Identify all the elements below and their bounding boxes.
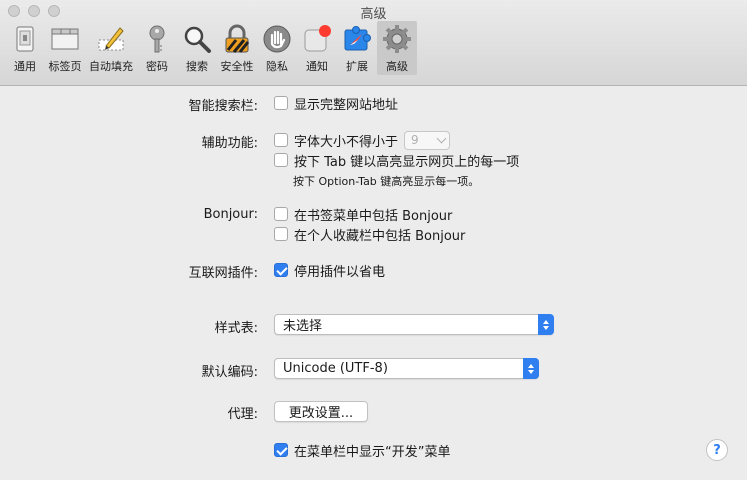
min-font-size-value: 9 xyxy=(411,133,419,147)
help-button[interactable]: ? xyxy=(706,439,728,461)
bonjour-favorites-text: 在个人收藏栏中包括 Bonjour xyxy=(294,228,466,244)
tab-advanced-label: 高级 xyxy=(386,60,408,73)
bonjour-bookmarks-text: 在书签菜单中包括 Bonjour xyxy=(294,208,453,224)
tabs-icon xyxy=(49,23,81,55)
tab-highlight-row[interactable]: 按下 Tab 键以高亮显示网页上的每一项 xyxy=(274,150,519,170)
tab-highlight-text: 按下 Tab 键以高亮显示网页上的每一项 xyxy=(294,154,520,170)
show-full-address-checkbox[interactable] xyxy=(274,96,288,110)
tab-privacy[interactable]: 隐私 xyxy=(257,21,297,75)
tab-passwords-label: 密码 xyxy=(146,60,168,73)
proxy-label: 代理: xyxy=(227,407,258,422)
gear-icon xyxy=(381,23,413,55)
develop-menu-row[interactable]: 在菜单栏中显示“开发”菜单 xyxy=(274,440,450,460)
tab-notifications-label: 通知 xyxy=(306,60,328,73)
tab-security-label: 安全性 xyxy=(220,60,254,73)
autofill-icon xyxy=(95,23,127,55)
tab-general-label: 通用 xyxy=(14,60,36,73)
tab-privacy-label: 隐私 xyxy=(266,60,288,73)
updown-arrows-icon xyxy=(523,358,539,379)
bonjour-bookmarks-checkbox[interactable] xyxy=(274,207,288,221)
bonjour-favorites-row[interactable]: 在个人收藏栏中包括 Bonjour xyxy=(274,224,465,244)
tab-autofill-label: 自动填充 xyxy=(89,60,133,73)
tab-highlight-checkbox[interactable] xyxy=(274,153,288,167)
change-proxy-settings-button[interactable]: 更改设置... xyxy=(274,401,368,422)
min-font-row[interactable]: 字体大小不得小于 9 xyxy=(274,130,451,150)
tab-hint-row: 按下 Option-Tab 键高亮显示每一项。 xyxy=(293,171,479,191)
show-full-address-row[interactable]: 显示完整网站地址 xyxy=(274,93,398,113)
stop-plugins-checkbox[interactable] xyxy=(274,263,288,277)
stop-plugins-text: 停用插件以省电 xyxy=(294,264,386,280)
smart-search-label: 智能搜索栏: xyxy=(188,99,258,114)
bonjour-label: Bonjour: xyxy=(203,207,258,222)
develop-menu-text: 在菜单栏中显示“开发”菜单 xyxy=(294,444,451,460)
key-icon xyxy=(141,23,173,55)
encoding-popup[interactable]: Unicode (UTF-8) xyxy=(274,358,539,379)
min-font-text: 字体大小不得小于 xyxy=(294,134,399,150)
tab-autofill[interactable]: 自动填充 xyxy=(85,21,137,75)
window-title: 高级 xyxy=(360,7,387,22)
chevron-down-icon xyxy=(436,133,447,143)
bonjour-bookmarks-row[interactable]: 在书签菜单中包括 Bonjour xyxy=(274,204,452,224)
tab-search[interactable]: 搜索 xyxy=(177,21,217,75)
tab-search-label: 搜索 xyxy=(186,60,208,73)
hand-icon xyxy=(261,23,293,55)
stylesheet-value: 未选择 xyxy=(283,319,323,334)
stylesheet-label: 样式表: xyxy=(214,321,258,336)
tab-passwords[interactable]: 密码 xyxy=(137,21,177,75)
min-font-size-select[interactable]: 9 xyxy=(404,130,451,150)
show-full-address-text: 显示完整网站地址 xyxy=(294,97,399,113)
general-icon xyxy=(9,23,41,55)
tab-hint-text: 按下 Option-Tab 键高亮显示每一项。 xyxy=(293,175,480,188)
safari-preferences-window: 高级 通用 标签页 自动填充 密码 搜索 安全性 隐私 通知 扩展 高级 智能搜… xyxy=(0,0,747,480)
tab-advanced[interactable]: 高级 xyxy=(377,21,417,75)
updown-arrows-icon xyxy=(538,314,554,335)
tab-general[interactable]: 通用 xyxy=(5,21,45,75)
plugins-label: 互联网插件: xyxy=(188,266,258,281)
develop-menu-checkbox[interactable] xyxy=(274,443,288,457)
tab-extensions-label: 扩展 xyxy=(346,60,368,73)
tab-extensions[interactable]: 扩展 xyxy=(337,21,377,75)
lock-icon xyxy=(221,23,253,55)
title-bar: 高级 通用 标签页 自动填充 密码 搜索 安全性 隐私 通知 扩展 高级 xyxy=(0,0,747,86)
tab-tabs[interactable]: 标签页 xyxy=(45,21,85,75)
magnifier-icon xyxy=(181,23,213,55)
notification-icon xyxy=(301,23,333,55)
encoding-value: Unicode (UTF-8) xyxy=(283,361,388,376)
encoding-label: 默认编码: xyxy=(201,365,258,380)
min-font-checkbox[interactable] xyxy=(274,133,288,147)
bonjour-favorites-checkbox[interactable] xyxy=(274,227,288,241)
tab-tabs-label: 标签页 xyxy=(48,60,82,73)
stop-plugins-row[interactable]: 停用插件以省电 xyxy=(274,260,385,280)
accessibility-label: 辅助功能: xyxy=(201,136,258,151)
preferences-toolbar: 通用 标签页 自动填充 密码 搜索 安全性 隐私 通知 扩展 高级 xyxy=(5,21,417,75)
extension-icon xyxy=(341,23,373,55)
tab-notifications[interactable]: 通知 xyxy=(297,21,337,75)
tab-security[interactable]: 安全性 xyxy=(217,21,257,75)
stylesheet-popup[interactable]: 未选择 xyxy=(274,314,554,335)
